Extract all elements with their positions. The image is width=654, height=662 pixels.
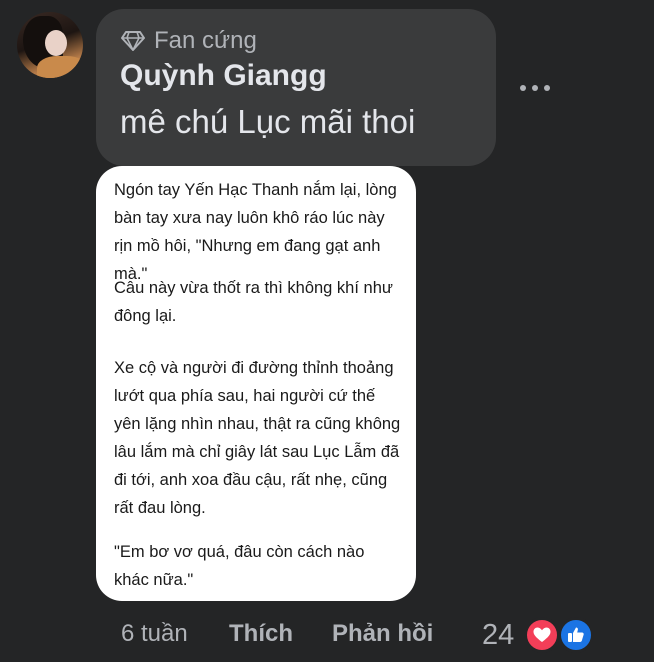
- reply-button[interactable]: Phản hồi: [332, 620, 433, 648]
- more-options-icon[interactable]: [520, 80, 550, 96]
- image-attachment[interactable]: Ngón tay Yến Hạc Thanh nắm lại, lòng bàn…: [96, 166, 416, 601]
- badge-label: Fan cứng: [154, 27, 257, 54]
- avatar-coat: [37, 56, 83, 78]
- attachment-paragraph: Câu này vừa thốt ra thì không khí như đô…: [114, 279, 393, 325]
- like-button[interactable]: Thích: [229, 620, 293, 648]
- timestamp[interactable]: 6 tuần: [121, 620, 188, 648]
- thumbs-up-icon[interactable]: [558, 617, 594, 653]
- reaction-count[interactable]: 24: [482, 619, 514, 652]
- attachment-paragraph: Xe cộ và người đi đường thỉnh thoảng lướ…: [114, 359, 401, 517]
- avatar-face: [45, 30, 67, 56]
- more-dot: [544, 85, 550, 91]
- comment-text: mê chú Lục mãi thoi: [120, 103, 416, 140]
- comment-actions: 6 tuần Thích Phản hồi 24: [0, 617, 654, 654]
- more-dot: [520, 85, 526, 91]
- attachment-paragraph: "Em bơ vơ quá, đâu còn cách nào khác nữa…: [114, 543, 365, 589]
- avatar[interactable]: [17, 12, 83, 78]
- comment-bubble: Fan cứng Quỳnh Giangg mê chú Lục mãi tho…: [96, 9, 496, 166]
- diamond-icon: [120, 30, 146, 52]
- fan-badge[interactable]: Fan cứng: [120, 27, 257, 55]
- more-dot: [532, 85, 538, 91]
- attachment-paragraph: Ngón tay Yến Hạc Thanh nắm lại, lòng bàn…: [114, 181, 397, 283]
- heart-icon[interactable]: [524, 617, 560, 653]
- author-name[interactable]: Quỳnh Giangg: [120, 59, 327, 93]
- comment-screen: Fan cứng Quỳnh Giangg mê chú Lục mãi tho…: [0, 0, 654, 662]
